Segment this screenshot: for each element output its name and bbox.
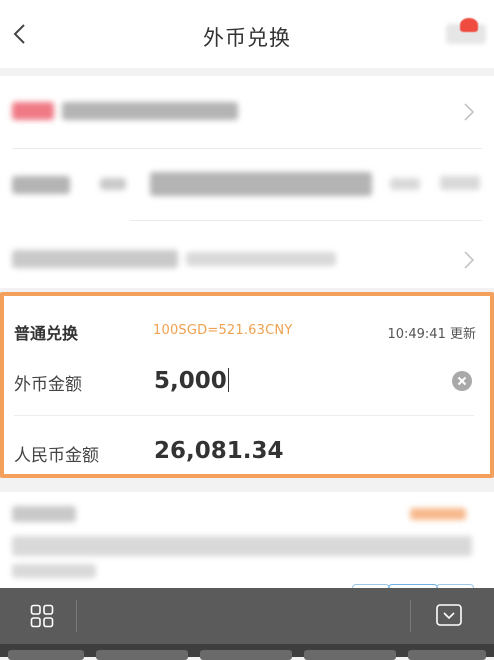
page-title: 外币兑换 — [203, 26, 291, 50]
keyboard-toolbar — [0, 588, 494, 644]
app-header: 外币兑换 — [0, 0, 494, 68]
keyboard-keys — [0, 644, 494, 660]
keyboard-key[interactable] — [8, 650, 84, 660]
clear-circle-icon[interactable] — [452, 371, 472, 391]
cny-amount-label: 人民币金额 — [14, 446, 99, 466]
redacted-text — [186, 252, 336, 266]
notification-icon[interactable] — [446, 14, 486, 54]
chevron-right-icon — [464, 103, 475, 121]
toolbar-separator — [76, 600, 77, 632]
divider — [130, 220, 482, 221]
divider — [12, 148, 482, 149]
grid-icon[interactable] — [30, 604, 54, 628]
redacted-text — [12, 564, 96, 578]
toolbar-separator — [410, 600, 411, 632]
redacted-text — [12, 102, 54, 120]
redacted-text — [440, 176, 480, 190]
exchange-card: 普通兑换 100SGD=521.63CNY 10:49:41 更新 外币金额 5… — [0, 292, 494, 478]
keyboard-key[interactable] — [304, 650, 396, 660]
foreign-amount-label: 外币金额 — [14, 375, 82, 395]
exchange-type-label: 普通兑换 — [14, 324, 79, 343]
redacted-text — [410, 508, 466, 520]
account-row[interactable] — [0, 222, 494, 292]
notification-badge — [460, 18, 478, 32]
foreign-amount-input[interactable]: 5,000 — [154, 367, 230, 394]
redacted-text — [390, 178, 420, 190]
chevron-right-icon — [464, 251, 475, 269]
keyboard-key[interactable] — [96, 650, 188, 660]
account-row — [0, 150, 494, 220]
update-info: 10:49:41 更新 — [387, 323, 476, 342]
foreign-amount-value: 5,000 — [154, 368, 227, 394]
hide-keyboard-icon[interactable] — [436, 604, 462, 626]
redacted-text — [62, 102, 238, 120]
info-card — [0, 492, 494, 602]
redacted-text — [100, 178, 126, 190]
exchange-rate: 100SGD=521.63CNY — [153, 323, 293, 338]
redacted-text — [12, 176, 70, 194]
update-label[interactable]: 更新 — [450, 327, 476, 342]
redacted-text — [12, 506, 76, 522]
redacted-text — [150, 172, 372, 196]
update-time: 10:49:41 — [387, 327, 446, 342]
keyboard-key[interactable] — [408, 650, 486, 660]
account-card — [0, 76, 494, 288]
cny-amount-value: 26,081.34 — [154, 438, 284, 464]
keyboard-key[interactable] — [200, 650, 292, 660]
text-caret — [227, 367, 230, 392]
account-row[interactable] — [0, 76, 494, 146]
redacted-text — [12, 536, 472, 556]
redacted-text — [12, 250, 178, 268]
divider — [14, 415, 474, 416]
